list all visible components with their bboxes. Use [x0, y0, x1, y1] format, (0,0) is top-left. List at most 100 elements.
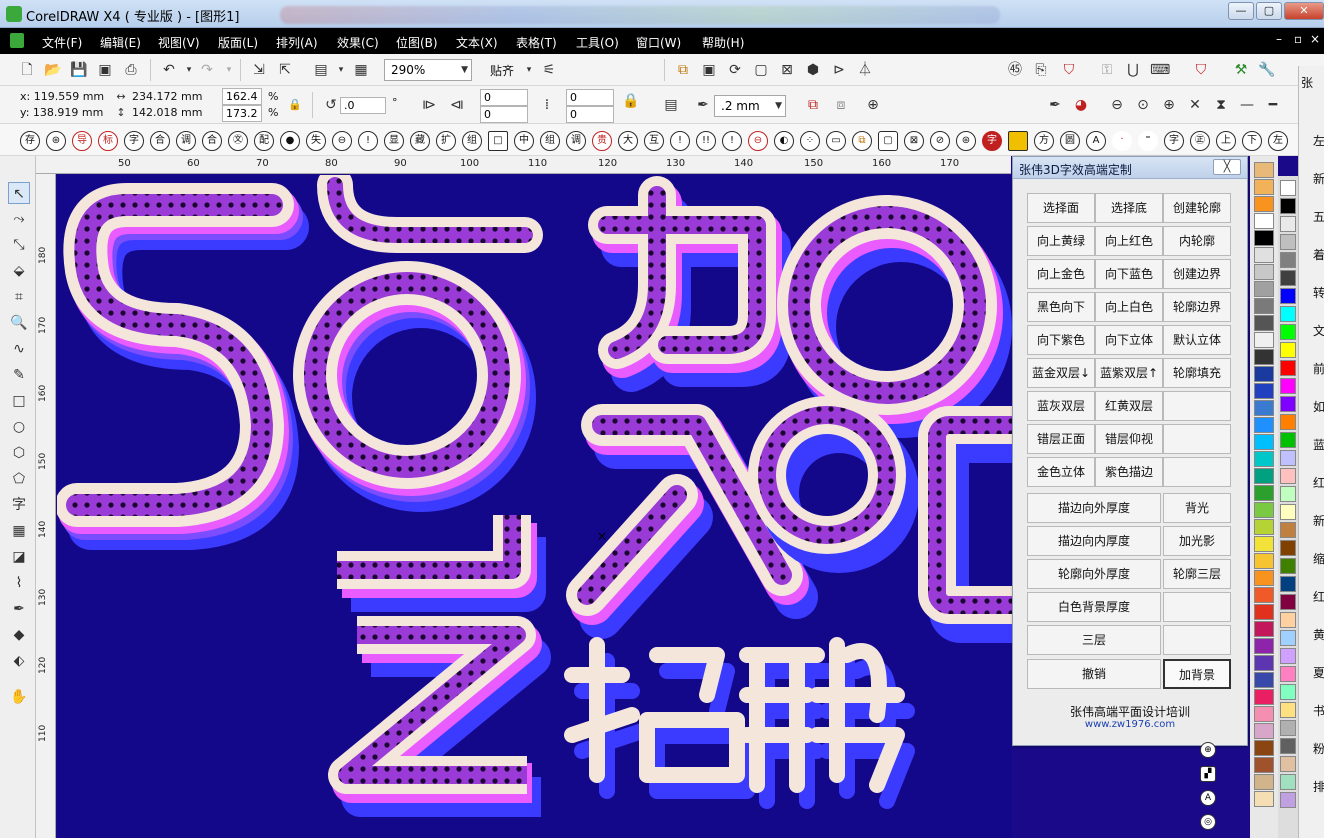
- macro-button[interactable]: ◐: [774, 131, 794, 151]
- bookmark-icon[interactable]: ⛉: [1192, 61, 1210, 79]
- color-swatch[interactable]: [1254, 689, 1274, 705]
- weld-icon[interactable]: ⟳: [726, 61, 744, 79]
- corner-link-icon[interactable]: ⁞: [538, 96, 556, 114]
- macro-button[interactable]: ▢: [878, 131, 898, 151]
- right-panel-item[interactable]: 红: [1313, 588, 1324, 605]
- freehand-tool-icon[interactable]: ∿: [8, 338, 30, 360]
- table-tool-icon[interactable]: ▦: [8, 520, 30, 542]
- docker-button[interactable]: 内轮廓: [1163, 226, 1231, 256]
- open-icon[interactable]: 📂: [44, 61, 62, 79]
- macro-button[interactable]: 合: [202, 131, 222, 151]
- macro-button[interactable]: 失: [306, 131, 326, 151]
- close-button[interactable]: ✕: [1284, 2, 1324, 20]
- shape-tool-icon[interactable]: ⤳: [8, 208, 30, 230]
- undo-button[interactable]: 撤销: [1027, 659, 1161, 689]
- macro-button[interactable]: 组: [540, 131, 560, 151]
- color-swatch[interactable]: [1280, 180, 1296, 196]
- basic-shapes-tool-icon[interactable]: ⬠: [8, 468, 30, 490]
- color-swatch[interactable]: [1254, 366, 1274, 382]
- export-icon[interactable]: ⇱: [276, 61, 294, 79]
- vertical-ruler[interactable]: 180 170 160 150 140 130 120 110: [36, 174, 56, 838]
- macro-icon[interactable]: ㊺: [1006, 61, 1024, 79]
- macro-button[interactable]: ⊛: [956, 131, 976, 151]
- macro-button[interactable]: ●: [280, 131, 300, 151]
- hourglass-icon[interactable]: ⧗: [1212, 96, 1230, 114]
- color-swatch[interactable]: [1254, 536, 1274, 552]
- import-macro-icon[interactable]: ⎘: [1032, 61, 1050, 79]
- lock-corner-icon[interactable]: 🔒: [622, 92, 640, 110]
- docker-button[interactable]: 向下蓝色: [1095, 259, 1163, 289]
- menu-bitmaps[interactable]: 位图(B): [396, 34, 438, 51]
- right-panel-item[interactable]: 夏: [1313, 664, 1324, 681]
- color-swatch[interactable]: [1254, 315, 1274, 331]
- macro-button[interactable]: ⊠: [904, 131, 924, 151]
- menu-table[interactable]: 表格(T): [516, 34, 557, 51]
- menu-file[interactable]: 文件(F): [42, 34, 82, 51]
- macro-button[interactable]: 字: [124, 131, 144, 151]
- object-width[interactable]: 234.172 mm: [132, 90, 202, 103]
- interactive-effects-tool-icon[interactable]: ◪: [8, 546, 30, 568]
- color-swatch[interactable]: [1280, 270, 1296, 286]
- docker-wide-button[interactable]: 白色背景厚度: [1027, 592, 1161, 622]
- position-x[interactable]: x: 119.559 mm: [20, 90, 104, 103]
- docker-button[interactable]: 选择面: [1027, 193, 1095, 223]
- docker-button-empty[interactable]: [1163, 592, 1231, 622]
- macro-button[interactable]: 合: [150, 131, 170, 151]
- group-icon[interactable]: ⧉: [674, 61, 692, 79]
- macro-button[interactable]: 贵: [592, 131, 612, 151]
- right-panel-item[interactable]: 黄: [1313, 626, 1324, 643]
- color-swatch[interactable]: [1280, 756, 1296, 772]
- docker-close-button[interactable]: ╳: [1213, 159, 1241, 175]
- right-panel-item[interactable]: 新: [1313, 170, 1324, 187]
- smudge-tool-icon[interactable]: ⤡: [8, 234, 30, 256]
- color-swatch[interactable]: [1254, 247, 1274, 263]
- color-swatch[interactable]: [1254, 332, 1274, 348]
- docker-button[interactable]: 背光: [1163, 493, 1231, 523]
- crop-tool-icon[interactable]: ⌗: [8, 286, 30, 308]
- docker-button[interactable]: 蓝金双层↓: [1027, 358, 1095, 388]
- color-swatch[interactable]: [1280, 774, 1296, 790]
- smart-drawing-tool-icon[interactable]: ✎: [8, 364, 30, 386]
- offset-b-input[interactable]: 0: [480, 106, 528, 123]
- color-swatch[interactable]: [1280, 648, 1296, 664]
- color-swatch[interactable]: [1280, 504, 1296, 520]
- color-swatch[interactable]: [1254, 519, 1274, 535]
- macro-button[interactable]: 左: [1268, 131, 1288, 151]
- color-swatch[interactable]: [1280, 450, 1296, 466]
- intersect-icon[interactable]: ⊠: [778, 61, 796, 79]
- macro-button[interactable]: 调: [176, 131, 196, 151]
- color-swatch[interactable]: [1280, 630, 1296, 646]
- wrench-icon[interactable]: 🔧: [1258, 61, 1276, 79]
- offset-a-input[interactable]: 0: [480, 89, 528, 106]
- new-document-icon[interactable]: 🗋: [18, 61, 36, 79]
- right-panel-item[interactable]: 如: [1313, 398, 1324, 415]
- macro-button[interactable]: 互: [644, 131, 664, 151]
- undo-icon[interactable]: ↶: [160, 61, 178, 79]
- docker-button[interactable]: 向上金色: [1027, 259, 1095, 289]
- fill-tool-icon[interactable]: ◆: [8, 624, 30, 646]
- docker-button-empty[interactable]: [1163, 391, 1231, 421]
- color-swatch[interactable]: [1280, 558, 1296, 574]
- color-swatch[interactable]: [1254, 553, 1274, 569]
- right-panel-item[interactable]: 粉: [1313, 740, 1324, 757]
- right-panel-item[interactable]: 五: [1313, 208, 1324, 225]
- color-swatch[interactable]: [1280, 216, 1296, 232]
- color-swatch[interactable]: [1280, 522, 1296, 538]
- macro-button[interactable]: [1008, 131, 1028, 151]
- right-panel-item[interactable]: 新: [1313, 512, 1324, 529]
- save-as-icon[interactable]: ▣: [96, 61, 114, 79]
- circle-dot-icon[interactable]: ⊙: [1134, 96, 1152, 114]
- macro-button[interactable]: ⧉: [852, 131, 872, 151]
- docker-button[interactable]: 轮廓填充: [1163, 358, 1231, 388]
- color-swatch[interactable]: [1254, 162, 1274, 178]
- macro-button[interactable]: 上: [1216, 131, 1236, 151]
- mdi-close-button[interactable]: ×: [1310, 32, 1320, 46]
- minimize-button[interactable]: —: [1228, 2, 1254, 20]
- macro-button[interactable]: 存: [20, 131, 40, 151]
- docker-button[interactable]: 创建边界: [1163, 259, 1231, 289]
- import-icon[interactable]: ⇲: [250, 61, 268, 79]
- lock-ratio-icon[interactable]: 🔒: [286, 96, 304, 114]
- scale-y-input[interactable]: 173.2: [222, 105, 262, 122]
- macro-button[interactable]: 方: [1034, 131, 1054, 151]
- macro-button[interactable]: ⊖: [748, 131, 768, 151]
